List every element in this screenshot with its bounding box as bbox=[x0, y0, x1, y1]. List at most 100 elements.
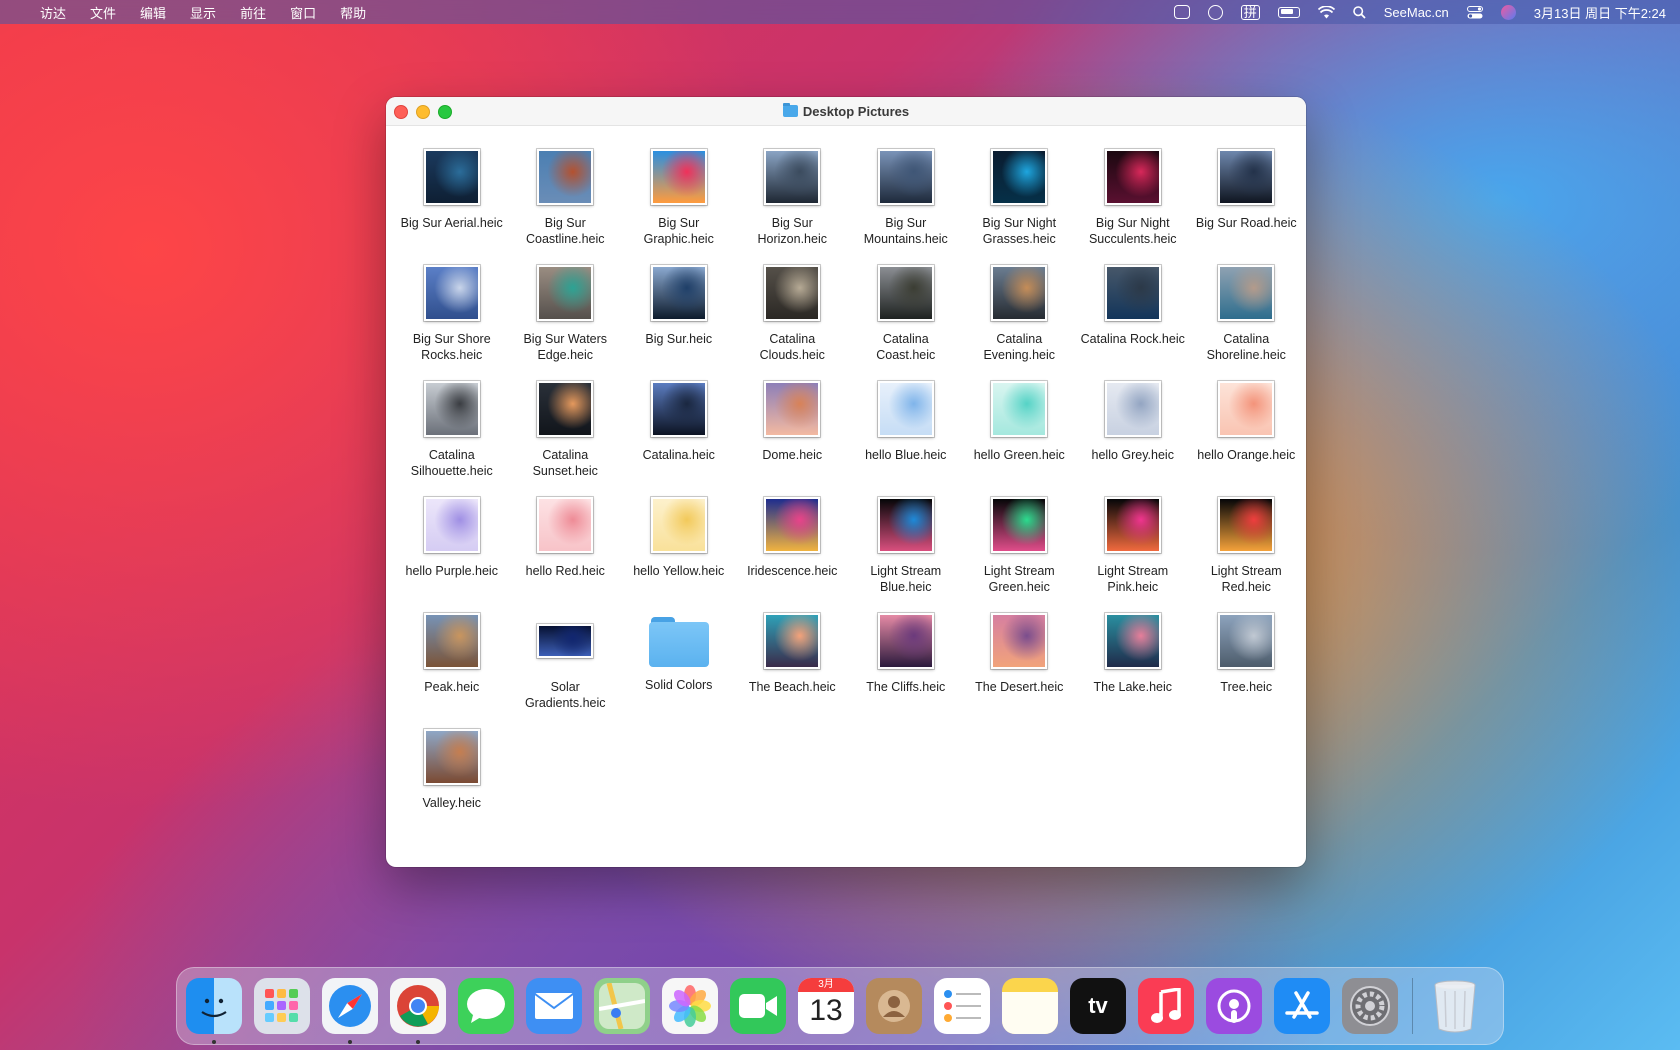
dock-facetime-icon[interactable] bbox=[730, 978, 786, 1034]
menu-help[interactable]: 帮助 bbox=[340, 3, 366, 22]
menu-bar-clock[interactable]: 3月13日 周日 下午2:24 bbox=[1534, 3, 1666, 22]
menu-bar: 访达 文件 编辑 显示 前往 窗口 帮助 拼 SeeMac.cn 3月13日 周… bbox=[0, 0, 1680, 24]
close-button[interactable] bbox=[394, 105, 408, 119]
file-item[interactable]: Big Sur Shore Rocks.heic bbox=[395, 256, 509, 372]
menu-go[interactable]: 前往 bbox=[240, 3, 266, 22]
file-item[interactable]: Catalina Silhouette.heic bbox=[395, 372, 509, 488]
file-name-label: Big Sur Coastline.heic bbox=[525, 216, 605, 246]
dock-launchpad-icon[interactable] bbox=[254, 978, 310, 1034]
file-item[interactable]: Light Stream Green.heic bbox=[963, 488, 1077, 604]
file-item[interactable]: Dome.heic bbox=[736, 372, 850, 488]
file-item[interactable]: Big Sur Road.heic bbox=[1190, 140, 1304, 256]
window-titlebar[interactable]: Desktop Pictures bbox=[386, 97, 1306, 126]
vpn-status-icon[interactable] bbox=[1207, 4, 1223, 20]
file-item[interactable]: Tree.heic bbox=[1190, 604, 1304, 720]
site-label[interactable]: SeeMac.cn bbox=[1384, 5, 1449, 20]
file-icon-grid: Big Sur Aerial.heic Big Sur Coastline.hei… bbox=[395, 140, 1303, 836]
file-item[interactable]: hello Yellow.heic bbox=[622, 488, 736, 604]
dock-mail-icon[interactable] bbox=[526, 978, 582, 1034]
file-item[interactable]: Iridescence.heic bbox=[736, 488, 850, 604]
file-item[interactable]: Valley.heic bbox=[395, 720, 509, 836]
zoom-button[interactable] bbox=[438, 105, 452, 119]
image-thumbnail bbox=[1104, 265, 1161, 321]
image-thumbnail bbox=[877, 265, 934, 321]
spotlight-search-icon[interactable] bbox=[1352, 5, 1366, 19]
file-item[interactable]: Peak.heic bbox=[395, 604, 509, 720]
dock-music-icon[interactable] bbox=[1138, 978, 1194, 1034]
dock-system-preferences-icon[interactable] bbox=[1342, 978, 1398, 1034]
file-item[interactable]: Light Stream Red.heic bbox=[1190, 488, 1304, 604]
file-item[interactable]: Big Sur Night Succulents.heic bbox=[1076, 140, 1190, 256]
dock-safari-icon[interactable] bbox=[322, 978, 378, 1044]
file-item[interactable]: Catalina Coast.heic bbox=[849, 256, 963, 372]
dock-notes-icon[interactable] bbox=[1002, 978, 1058, 1034]
file-item[interactable]: Big Sur Mountains.heic bbox=[849, 140, 963, 256]
file-item[interactable]: Big Sur Graphic.heic bbox=[622, 140, 736, 256]
dock-reminders-icon[interactable] bbox=[934, 978, 990, 1034]
file-name-label: hello Red.heic bbox=[525, 564, 605, 578]
file-item[interactable]: hello Red.heic bbox=[509, 488, 623, 604]
dock-maps-icon[interactable] bbox=[594, 978, 650, 1034]
menu-window[interactable]: 窗口 bbox=[290, 3, 316, 22]
file-name-label: Big Sur.heic bbox=[645, 332, 713, 346]
dock-tv-icon[interactable]: tv bbox=[1070, 978, 1126, 1034]
file-item[interactable]: Catalina Clouds.heic bbox=[736, 256, 850, 372]
file-item[interactable]: hello Purple.heic bbox=[395, 488, 509, 604]
file-item[interactable]: The Lake.heic bbox=[1076, 604, 1190, 720]
menu-bar-left: 访达 文件 编辑 显示 前往 窗口 帮助 bbox=[14, 3, 390, 22]
menu-bar-right: 拼 SeeMac.cn 3月13日 周日 下午2:24 bbox=[1156, 3, 1666, 22]
file-item[interactable]: Catalina Sunset.heic bbox=[509, 372, 623, 488]
file-item[interactable]: Light Stream Blue.heic bbox=[849, 488, 963, 604]
file-item[interactable]: Big Sur Coastline.heic bbox=[509, 140, 623, 256]
wifi-icon[interactable] bbox=[1317, 5, 1335, 19]
image-thumbnail bbox=[1218, 149, 1275, 205]
file-name-label: Catalina Coast.heic bbox=[876, 332, 936, 362]
file-item[interactable]: Big Sur.heic bbox=[622, 256, 736, 372]
file-item[interactable]: The Beach.heic bbox=[736, 604, 850, 720]
dock-photos-icon[interactable] bbox=[662, 978, 718, 1034]
file-item[interactable]: Big Sur Night Grasses.heic bbox=[963, 140, 1077, 256]
dock-podcasts-icon[interactable] bbox=[1206, 978, 1262, 1034]
folder-item[interactable]: Solid Colors bbox=[622, 604, 736, 720]
file-name-label: hello Grey.heic bbox=[1091, 448, 1174, 462]
menu-finder[interactable]: 访达 bbox=[40, 3, 66, 22]
dock-finder-icon[interactable] bbox=[186, 978, 242, 1044]
dock-app-store-icon[interactable] bbox=[1274, 978, 1330, 1034]
file-name-label: Big Sur Mountains.heic bbox=[863, 216, 948, 246]
file-name-label: Iridescence.heic bbox=[747, 564, 838, 578]
input-method-icon[interactable]: 拼 bbox=[1240, 4, 1260, 20]
file-item[interactable]: Solar Gradients.heic bbox=[509, 604, 623, 720]
file-item[interactable]: hello Grey.heic bbox=[1076, 372, 1190, 488]
image-thumbnail bbox=[650, 381, 707, 437]
file-item[interactable]: Catalina Shoreline.heic bbox=[1190, 256, 1304, 372]
file-item[interactable]: hello Blue.heic bbox=[849, 372, 963, 488]
file-name-label: Catalina Sunset.heic bbox=[532, 448, 598, 478]
image-thumbnail bbox=[764, 149, 821, 205]
dock-calendar-icon[interactable]: 3月 13 bbox=[798, 978, 854, 1034]
file-item[interactable]: Catalina.heic bbox=[622, 372, 736, 488]
extension-status-icon[interactable] bbox=[1173, 5, 1190, 19]
file-item[interactable]: hello Orange.heic bbox=[1190, 372, 1304, 488]
control-center-icon[interactable] bbox=[1466, 5, 1483, 19]
file-item[interactable]: Big Sur Horizon.heic bbox=[736, 140, 850, 256]
file-item[interactable]: Catalina Rock.heic bbox=[1076, 256, 1190, 372]
file-name-label: Catalina Shoreline.heic bbox=[1206, 332, 1286, 362]
menu-edit[interactable]: 编辑 bbox=[140, 3, 166, 22]
siri-icon[interactable] bbox=[1500, 4, 1516, 20]
file-item[interactable]: Big Sur Aerial.heic bbox=[395, 140, 509, 256]
dock-contacts-icon[interactable] bbox=[866, 978, 922, 1034]
file-item[interactable]: The Desert.heic bbox=[963, 604, 1077, 720]
file-item[interactable]: The Cliffs.heic bbox=[849, 604, 963, 720]
minimize-button[interactable] bbox=[416, 105, 430, 119]
file-item[interactable]: Big Sur Waters Edge.heic bbox=[509, 256, 623, 372]
image-thumbnail bbox=[1218, 613, 1275, 669]
file-item[interactable]: Catalina Evening.heic bbox=[963, 256, 1077, 372]
menu-view[interactable]: 显示 bbox=[190, 3, 216, 22]
file-item[interactable]: Light Stream Pink.heic bbox=[1076, 488, 1190, 604]
menu-file[interactable]: 文件 bbox=[90, 3, 116, 22]
battery-icon[interactable] bbox=[1277, 6, 1300, 18]
dock-messages-icon[interactable] bbox=[458, 978, 514, 1034]
file-item[interactable]: hello Green.heic bbox=[963, 372, 1077, 488]
dock-chrome-icon[interactable] bbox=[390, 978, 446, 1044]
dock-trash-icon[interactable] bbox=[1427, 978, 1483, 1034]
